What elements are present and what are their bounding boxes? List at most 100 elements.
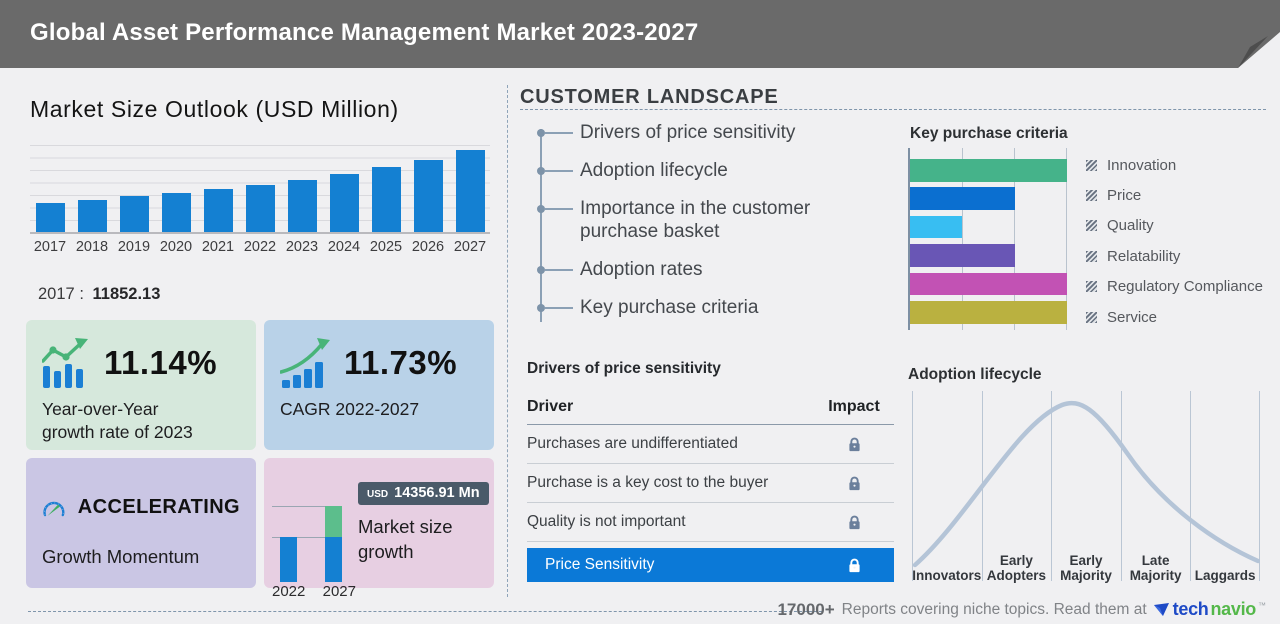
mini-chart-end-year: 2027 [322, 583, 356, 600]
legend-item: Service [1086, 302, 1263, 332]
market-bar [240, 185, 280, 232]
driver-label: Quality is not important [527, 513, 686, 530]
legend-label: Quality [1107, 217, 1154, 235]
price-sensitivity-row: Price Sensitivity [527, 548, 894, 582]
legend-swatch-icon [1086, 159, 1097, 171]
market-bar [324, 174, 364, 232]
year-label: 2021 [201, 239, 235, 255]
drivers-title: Drivers of price sensitivity [527, 360, 721, 377]
brand-tech: tech [1172, 599, 1209, 619]
cagr-card: 11.73% CAGR 2022-2027 [264, 320, 494, 450]
footer-divider [28, 611, 822, 612]
driver-row: Purchase is a key cost to the buyer [527, 464, 894, 503]
customer-landscape-list: Drivers of price sensitivity Adoption lif… [528, 121, 858, 334]
key-purchase-criteria-legend: Innovation Price Quality Relatability Regula… [1086, 150, 1263, 332]
year-label: 2020 [159, 239, 193, 255]
legend-item: Regulatory Compliance [1086, 272, 1263, 302]
base-year-separator: : [79, 285, 84, 303]
kpi-cards: 11.14% Year-over-Year growth rate of 202… [26, 320, 494, 600]
stage-label: Late Majority [1129, 553, 1182, 583]
landscape-item: Adoption lifecycle [528, 159, 858, 182]
market-size-outlook-title: Market Size Outlook (USD Million) [30, 96, 399, 122]
year-label: 2017 [33, 239, 67, 255]
legend-swatch-icon [1086, 311, 1097, 323]
currency-label: USD [367, 489, 389, 500]
criteria-bar [910, 301, 1067, 324]
year-label: 2024 [327, 239, 361, 255]
yoy-growth-value: 11.14% [104, 344, 218, 381]
page-fold-decoration [1238, 32, 1280, 68]
driver-label: Purchases are undifferentiated [527, 435, 738, 452]
stage-label: Early Majority [1060, 553, 1112, 583]
market-bar [114, 196, 154, 232]
year-label: 2025 [369, 239, 403, 255]
legend-item: Relatability [1086, 241, 1263, 271]
growth-curve-icon [280, 338, 330, 388]
yoy-growth-card: 11.14% Year-over-Year growth rate of 202… [26, 320, 256, 450]
market-bar [408, 160, 448, 232]
landscape-item: Drivers of price sensitivity [528, 121, 858, 144]
market-bar [30, 203, 70, 232]
panel-divider [507, 85, 508, 597]
brand-trademark: ™ [1258, 601, 1266, 610]
cagr-label: CAGR 2022-2027 [280, 399, 420, 419]
criteria-bar [910, 187, 1015, 210]
criteria-bar [910, 272, 1067, 296]
legend-swatch-icon [1086, 190, 1097, 202]
cagr-value: 11.73% [344, 344, 458, 381]
legend-label: Relatability [1107, 247, 1181, 265]
landscape-item: Key purchase criteria [528, 296, 858, 319]
key-purchase-criteria-chart [908, 148, 1068, 330]
yoy-growth-label: Year-over-Year growth rate of 2023 [42, 399, 193, 442]
report-count: 17000+ [777, 599, 835, 619]
mini-chart-start-year: 2022 [272, 583, 306, 600]
adoption-lifecycle-title: Adoption lifecycle [908, 366, 1042, 383]
year-label: 2019 [117, 239, 151, 255]
drivers-table: Driver Impact Purchases are undifferenti… [527, 398, 894, 582]
market-size-x-axis: 2017 2018 2019 2020 2021 2022 2023 2024 2025 2026… [30, 239, 490, 255]
legend-label: Regulatory Compliance [1107, 278, 1263, 296]
growth-amount: 14356.91 Mn [394, 485, 480, 501]
page-title: Global Asset Performance Management Mark… [30, 19, 699, 46]
base-year-label: 2017 [38, 285, 75, 303]
legend-item: Innovation [1086, 150, 1263, 180]
bar-trend-icon [42, 338, 88, 388]
momentum-status: ACCELERATING [77, 495, 240, 518]
market-bar [450, 150, 490, 232]
speedometer-icon [43, 501, 65, 517]
year-label: 2022 [243, 239, 277, 255]
legend-item: Price [1086, 180, 1263, 210]
footer-text: Reports covering niche topics. Read them… [841, 600, 1147, 618]
market-bar [72, 200, 112, 232]
growth-momentum-card: ACCELERATING Growth Momentum [26, 458, 256, 588]
key-purchase-criteria-title: Key purchase criteria [910, 125, 1068, 142]
legend-swatch-icon [1086, 220, 1097, 232]
customer-landscape-underline [520, 109, 1266, 110]
stage-label: Early Adopters [986, 553, 1047, 583]
market-bar [366, 167, 406, 232]
technavio-arrow-icon [1153, 602, 1169, 616]
brand-navio: navio [1210, 599, 1256, 619]
header-bar: Global Asset Performance Management Mark… [0, 0, 1280, 68]
market-size-growth-label: Market size growth [358, 516, 453, 562]
year-label: 2026 [411, 239, 445, 255]
impact-column-header: Impact [828, 398, 880, 415]
landscape-item: Importance in the customer purchase bask… [528, 197, 858, 243]
criteria-bar [910, 244, 1015, 267]
lock-icon [848, 437, 860, 451]
market-size-bar-chart [30, 145, 490, 234]
driver-label: Purchase is a key cost to the buyer [527, 474, 769, 491]
footer: 17000+ Reports covering niche topics. Re… [777, 599, 1266, 620]
lock-icon [848, 476, 860, 490]
lock-icon [848, 515, 860, 529]
growth-mini-chart: 2022 2027 [272, 478, 356, 600]
adoption-lifecycle-chart: Innovators Early Adopters Early Majority Late… [912, 391, 1260, 583]
market-bar [282, 180, 322, 232]
legend-swatch-icon [1086, 250, 1097, 262]
legend-label: Price [1107, 187, 1142, 205]
legend-label: Innovation [1107, 156, 1177, 174]
year-label: 2027 [453, 239, 487, 255]
market-size-growth-card: 2022 2027 USD 14356.91 Mn Market size gr… [264, 458, 494, 600]
stage-label: Laggards [1194, 568, 1256, 583]
driver-column-header: Driver [527, 398, 574, 415]
